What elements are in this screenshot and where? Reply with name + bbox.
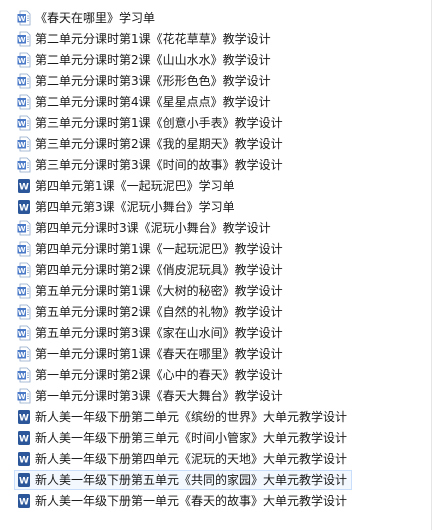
svg-text:W: W — [18, 225, 26, 233]
word-doc-icon-outline: W — [17, 73, 31, 89]
file-list-item[interactable]: W 第五单元分课时第2课《自然的礼物》教学设计 — [14, 302, 288, 322]
file-list-item[interactable]: W 第三单元分课时第1课《创意小手表》教学设计 — [14, 113, 288, 133]
file-name-label: 新人美一年级下册第二单元《缤纷的世界》大单元教学设计 — [35, 410, 348, 424]
file-name-label: 《春天在哪里》学习单 — [35, 11, 156, 25]
file-name-label: 第四单元分课时第2课《俏皮泥玩具》教学设计 — [35, 263, 283, 277]
file-list-item[interactable]: W 第四单元分课时3课《泥玩小舞台》教学设计 — [14, 218, 276, 238]
word-doc-icon-outline: W — [17, 325, 31, 341]
word-doc-icon-outline: W — [17, 283, 31, 299]
file-list-item[interactable]: W 第四单元分课时第1课《一起玩泥巴》教学设计 — [14, 239, 288, 259]
file-name-label: 第四单元分课时3课《泥玩小舞台》教学设计 — [35, 221, 271, 235]
word-doc-icon-outline: W — [17, 346, 31, 362]
file-list-item[interactable]: W 第一单元分课时第2课《心中的春天》教学设计 — [14, 365, 288, 385]
word-doc-icon-filled: W — [17, 430, 31, 446]
word-doc-icon-filled: W — [17, 451, 31, 467]
word-doc-icon-outline: W — [17, 31, 31, 47]
svg-text:W: W — [19, 435, 29, 445]
file-name-label: 第三单元分课时第3课《时间的故事》教学设计 — [35, 158, 283, 172]
svg-text:W: W — [19, 456, 29, 466]
word-doc-icon-outline: W — [17, 304, 31, 320]
svg-text:W: W — [19, 498, 29, 508]
word-doc-icon-outline: W — [17, 220, 31, 236]
svg-text:W: W — [18, 351, 26, 359]
svg-text:W: W — [18, 99, 26, 107]
word-doc-icon-outline: W — [17, 367, 31, 383]
file-name-label: 第二单元分课时第4课《星星点点》教学设计 — [35, 95, 271, 109]
file-name-label: 新人美一年级下册第四单元《泥玩的天地》大单元教学设计 — [35, 452, 348, 466]
svg-text:W: W — [18, 15, 26, 23]
word-doc-icon-outline: W — [17, 241, 31, 257]
svg-text:W: W — [18, 246, 26, 254]
svg-text:W: W — [19, 414, 29, 424]
svg-text:W: W — [18, 120, 26, 128]
file-list-item[interactable]: W 新人美一年级下册第一单元《春天的故事》大单元教学设计 — [14, 491, 352, 511]
word-doc-icon-filled: W — [17, 472, 31, 488]
file-name-label: 第五单元分课时第1课《大树的秘密》教学设计 — [35, 284, 283, 298]
file-name-label: 第三单元分课时第1课《创意小手表》教学设计 — [35, 116, 283, 130]
file-list-item[interactable]: W 新人美一年级下册第五单元《共同的家园》大单元教学设计 — [14, 470, 353, 490]
word-doc-icon-outline: W — [17, 52, 31, 68]
file-name-label: 第四单元第3课《泥玩小舞台》学习单 — [35, 200, 235, 214]
file-list: W 《春天在哪里》学习单 W 第二单元分课时第1课《花花草草》教学设计 W 第二单元分课时… — [0, 0, 432, 530]
file-list-item[interactable]: W 第四单元分课时第2课《俏皮泥玩具》教学设计 — [14, 260, 288, 280]
word-doc-icon-outline: W — [17, 115, 31, 131]
svg-text:W: W — [18, 330, 26, 338]
word-doc-icon-outline: W — [17, 157, 31, 173]
file-name-label: 新人美一年级下册第一单元《春天的故事》大单元教学设计 — [35, 494, 348, 508]
file-name-label: 第二单元分课时第1课《花花草草》教学设计 — [35, 32, 271, 46]
file-name-label: 新人美一年级下册第三单元《时间小管家》大单元教学设计 — [35, 431, 348, 445]
file-list-item[interactable]: W 新人美一年级下册第四单元《泥玩的天地》大单元教学设计 — [14, 449, 352, 469]
file-list-item[interactable]: W 第三单元分课时第3课《时间的故事》教学设计 — [14, 155, 288, 175]
file-name-label: 第二单元分课时第3课《形形色色》教学设计 — [35, 74, 271, 88]
file-name-label: 第一单元分课时第3课《春天大舞台》教学设计 — [35, 389, 283, 403]
svg-text:W: W — [19, 204, 29, 214]
file-list-item[interactable]: W 第四单元第3课《泥玩小舞台》学习单 — [14, 197, 240, 217]
word-doc-icon-filled: W — [17, 178, 31, 194]
word-doc-icon-outline: W — [17, 388, 31, 404]
svg-text:W: W — [18, 78, 26, 86]
word-doc-icon-outline: W — [17, 10, 31, 26]
svg-text:W: W — [18, 288, 26, 296]
file-name-label: 第二单元分课时第2课《山山水水》教学设计 — [35, 53, 271, 67]
file-list-item[interactable]: W 第四单元第1课《一起玩泥巴》学习单 — [14, 176, 240, 196]
file-name-label: 第五单元分课时第3课《家在山水间》教学设计 — [35, 326, 283, 340]
file-list-item[interactable]: W 《春天在哪里》学习单 — [14, 8, 160, 28]
file-name-label: 第三单元分课时第2课《我的星期天》教学设计 — [35, 137, 283, 151]
file-name-label: 第四单元第1课《一起玩泥巴》学习单 — [35, 179, 235, 193]
file-list-item[interactable]: W 第五单元分课时第1课《大树的秘密》教学设计 — [14, 281, 288, 301]
file-list-item[interactable]: W 新人美一年级下册第三单元《时间小管家》大单元教学设计 — [14, 428, 352, 448]
svg-text:W: W — [18, 36, 26, 44]
word-doc-icon-filled: W — [17, 409, 31, 425]
svg-text:W: W — [18, 393, 26, 401]
svg-text:W: W — [18, 57, 26, 65]
file-name-label: 新人美一年级下册第五单元《共同的家园》大单元教学设计 — [35, 473, 348, 487]
file-name-label: 第五单元分课时第2课《自然的礼物》教学设计 — [35, 305, 283, 319]
file-list-item[interactable]: W 第五单元分课时第3课《家在山水间》教学设计 — [14, 323, 288, 343]
file-list-item[interactable]: W 第一单元分课时第1课《春天在哪里》教学设计 — [14, 344, 288, 364]
svg-text:W: W — [18, 267, 26, 275]
word-doc-icon-outline: W — [17, 136, 31, 152]
svg-text:W: W — [18, 372, 26, 380]
file-list-item[interactable]: W 第二单元分课时第4课《星星点点》教学设计 — [14, 92, 276, 112]
word-doc-icon-filled: W — [17, 199, 31, 215]
file-list-item[interactable]: W 第三单元分课时第2课《我的星期天》教学设计 — [14, 134, 288, 154]
svg-text:W: W — [19, 477, 29, 487]
file-list-item[interactable]: W 第二单元分课时第1课《花花草草》教学设计 — [14, 29, 276, 49]
file-name-label: 第一单元分课时第2课《心中的春天》教学设计 — [35, 368, 283, 382]
word-doc-icon-filled: W — [17, 493, 31, 509]
file-list-item[interactable]: W 新人美一年级下册第二单元《缤纷的世界》大单元教学设计 — [14, 407, 352, 427]
file-list-item[interactable]: W 第一单元分课时第3课《春天大舞台》教学设计 — [14, 386, 288, 406]
file-list-item[interactable]: W 第二单元分课时第3课《形形色色》教学设计 — [14, 71, 276, 91]
svg-text:W: W — [18, 309, 26, 317]
word-doc-icon-outline: W — [17, 262, 31, 278]
file-list-item[interactable]: W 第二单元分课时第2课《山山水水》教学设计 — [14, 50, 276, 70]
file-name-label: 第一单元分课时第1课《春天在哪里》教学设计 — [35, 347, 283, 361]
svg-text:W: W — [18, 162, 26, 170]
svg-text:W: W — [19, 183, 29, 193]
file-name-label: 第四单元分课时第1课《一起玩泥巴》教学设计 — [35, 242, 283, 256]
svg-text:W: W — [18, 141, 26, 149]
word-doc-icon-outline: W — [17, 94, 31, 110]
